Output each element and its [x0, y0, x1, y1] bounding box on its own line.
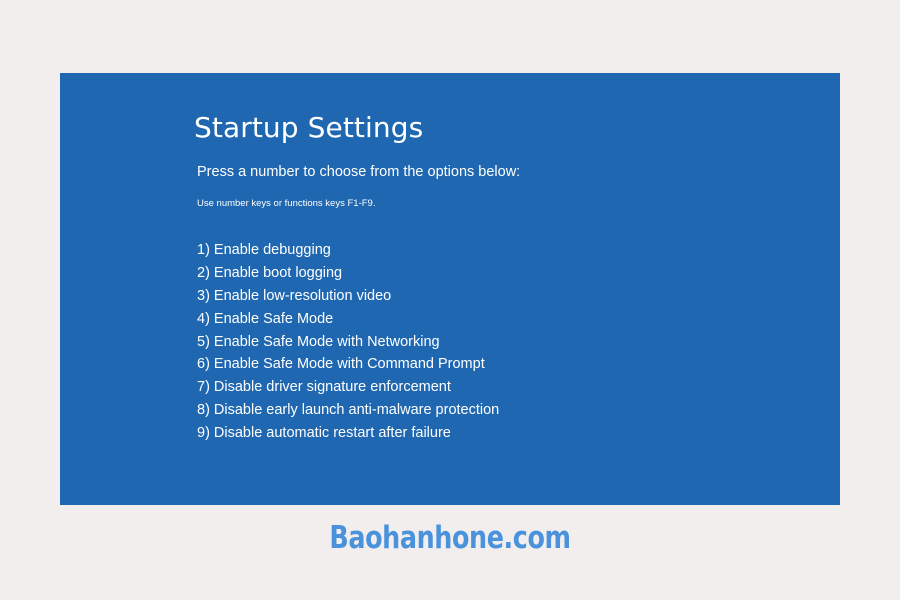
option-disable-driver-signature[interactable]: 7) Disable driver signature enforcement: [197, 376, 499, 399]
option-disable-early-launch-antimalware[interactable]: 8) Disable early launch anti-malware pro…: [197, 399, 499, 422]
option-disable-automatic-restart[interactable]: 9) Disable automatic restart after failu…: [197, 422, 499, 445]
option-enable-boot-logging[interactable]: 2) Enable boot logging: [197, 262, 499, 285]
screen-title: Startup Settings: [194, 111, 424, 144]
option-enable-debugging[interactable]: 1) Enable debugging: [197, 239, 499, 262]
key-hint-text: Use number keys or functions keys F1-F9.: [197, 198, 376, 209]
option-safe-mode-networking[interactable]: 5) Enable Safe Mode with Networking: [197, 331, 499, 354]
instruction-text: Press a number to choose from the option…: [197, 164, 521, 180]
startup-options-list: 1) Enable debugging 2) Enable boot loggi…: [197, 239, 499, 445]
option-enable-low-resolution-video[interactable]: 3) Enable low-resolution video: [197, 285, 499, 308]
option-enable-safe-mode[interactable]: 4) Enable Safe Mode: [197, 308, 499, 331]
option-safe-mode-command-prompt[interactable]: 6) Enable Safe Mode with Command Prompt: [197, 353, 499, 376]
startup-settings-screen: Startup Settings Press a number to choos…: [60, 73, 840, 505]
watermark-text: Baohanhone.com: [329, 520, 571, 556]
